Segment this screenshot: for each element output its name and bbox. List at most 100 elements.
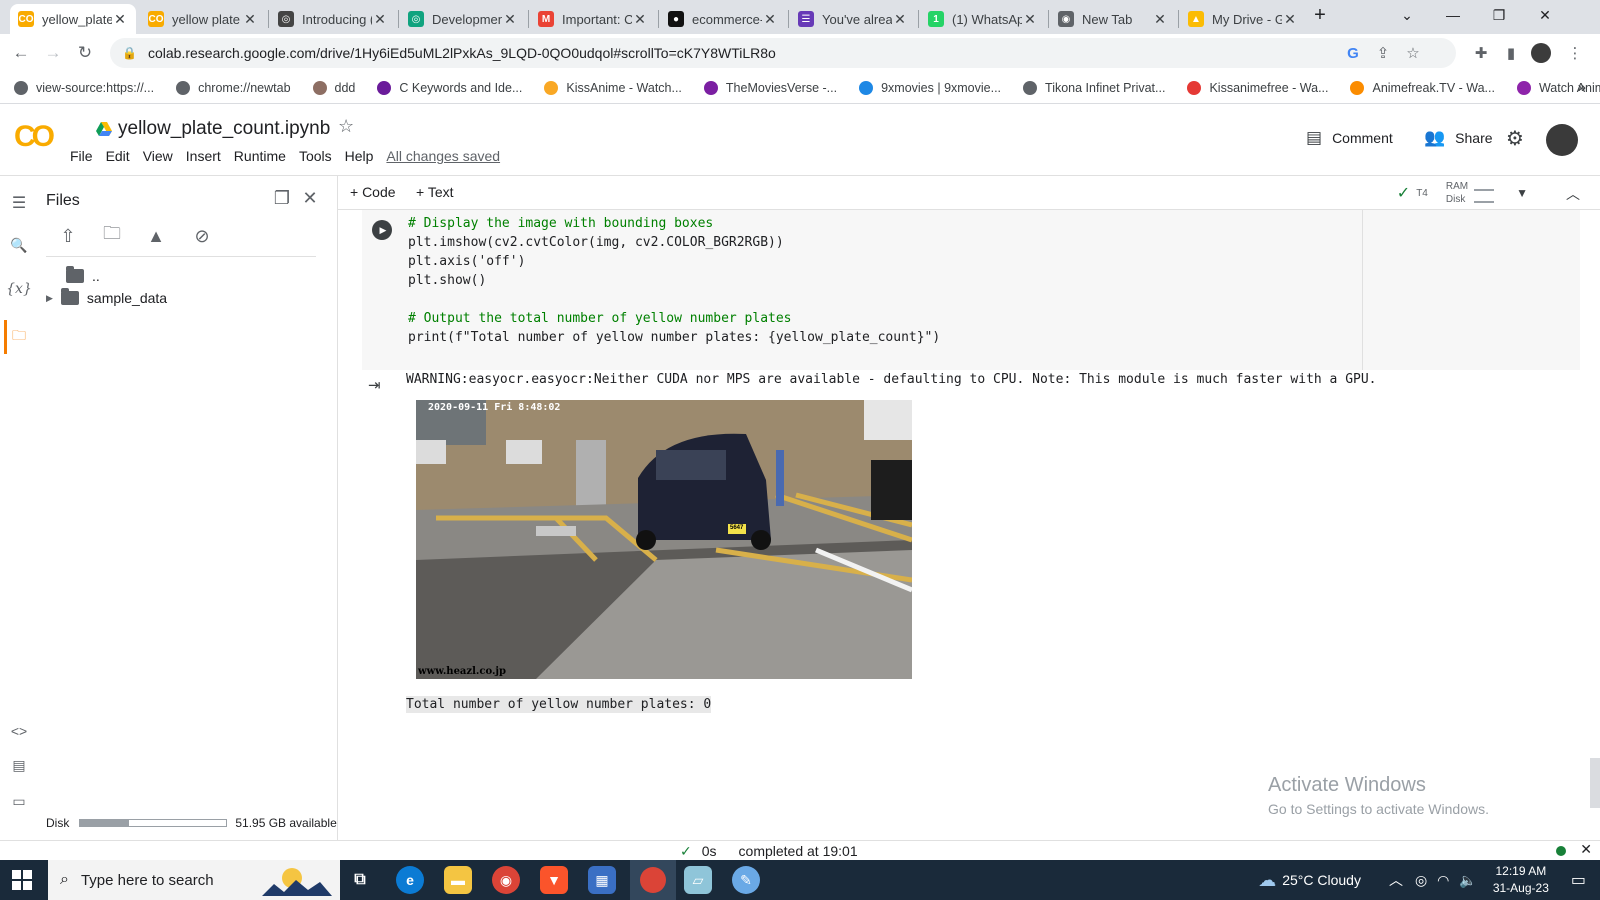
store-icon[interactable]: ▦ [588, 866, 616, 894]
bookmark-9[interactable]: Kissanimefree - Wa... [1187, 80, 1328, 95]
google-lens-icon[interactable]: G [1342, 38, 1364, 68]
close-tab-icon[interactable]: ✕ [892, 11, 908, 28]
menu-view[interactable]: View [143, 148, 173, 164]
menu-help[interactable]: Help [345, 148, 374, 164]
chrome-active-icon[interactable] [630, 860, 676, 900]
notebook-title[interactable]: yellow_plate_count.ipynb [96, 118, 330, 140]
star-notebook-icon[interactable]: ☆ [338, 116, 354, 137]
bookmark-4[interactable]: C Keywords and Ide... [377, 80, 522, 95]
open-in-tab-icon[interactable]: ❐ [270, 186, 294, 210]
runtime-resources[interactable]: ✓ T4 RAM Disk ▼ [1397, 180, 1528, 206]
command-palette-icon[interactable]: ▤ [8, 754, 30, 776]
more-bookmarks-icon[interactable]: » [1578, 79, 1586, 96]
close-tab-icon[interactable]: ✕ [372, 11, 388, 28]
close-window-button[interactable]: ✕ [1522, 0, 1568, 30]
chrome-icon[interactable]: ◉ [492, 866, 520, 894]
folder-icon[interactable]: 🗀 [8, 326, 30, 348]
close-tab-icon[interactable]: ✕ [762, 11, 778, 28]
bookmark-10[interactable]: Animefreak.TV - Wa... [1350, 80, 1495, 95]
code-cell[interactable]: ▶ # Display the image with bounding boxe… [362, 210, 1580, 370]
notepad-icon[interactable]: ▱ [684, 866, 712, 894]
windows-start-icon[interactable] [12, 870, 32, 890]
paint-icon[interactable]: ✎ [732, 866, 760, 894]
browser-tab-8[interactable]: 1 (1) WhatsAp ✕ [920, 4, 1046, 34]
minimize-button[interactable]: — [1430, 0, 1476, 30]
save-status-link[interactable]: All changes saved [386, 148, 500, 164]
menu-runtime[interactable]: Runtime [234, 148, 286, 164]
browser-tab-1[interactable]: CO yellow_plate_✕ [10, 4, 136, 34]
bookmark-7[interactable]: 9xmovies | 9xmovie... [859, 80, 1001, 95]
output-actions-icon[interactable]: ⇥ [368, 376, 381, 394]
wifi-icon[interactable]: ◠ [1437, 872, 1449, 889]
browser-tab-6[interactable]: ● ecommerce- ✕ [660, 4, 786, 34]
add-code-button[interactable]: + Code [350, 184, 396, 200]
side-panel-icon[interactable]: ▮ [1500, 38, 1522, 68]
meet-now-icon[interactable]: ◎ [1415, 872, 1427, 889]
menu-file[interactable]: File [70, 148, 93, 164]
reload-button[interactable]: ↻ [72, 40, 98, 66]
close-tab-icon[interactable]: ✕ [1152, 11, 1168, 28]
close-tab-icon[interactable]: ✕ [1282, 11, 1298, 28]
run-cell-button[interactable]: ▶ [372, 220, 392, 240]
close-pane-icon[interactable]: ✕ [298, 186, 322, 210]
bookmark-star-icon[interactable]: ☆ [1402, 38, 1424, 68]
forward-button[interactable]: → [40, 40, 66, 66]
close-tab-icon[interactable]: ✕ [502, 11, 518, 28]
variables-icon[interactable]: {x} [6, 278, 32, 300]
bookmark-5[interactable]: KissAnime - Watch... [544, 80, 682, 95]
share-button[interactable]: 👥 Share [1424, 128, 1493, 148]
upload-file-icon[interactable]: ⇧ [56, 224, 80, 248]
edge-icon[interactable]: e [396, 866, 424, 894]
parent-folder-row[interactable]: .. [66, 266, 100, 284]
weather-text[interactable]: 25°C Cloudy [1282, 872, 1361, 888]
menu-tools[interactable]: Tools [299, 148, 332, 164]
back-button[interactable]: ← [8, 40, 34, 66]
menu-edit[interactable]: Edit [106, 148, 130, 164]
file-explorer-icon[interactable]: ▬ [444, 866, 472, 894]
browser-tab-10[interactable]: ▲ My Drive - G ✕ [1180, 4, 1306, 34]
task-view-icon[interactable]: ⧉ [346, 866, 374, 894]
bookmark-3[interactable]: ddd [312, 80, 355, 95]
colab-logo[interactable]: CO [14, 120, 55, 154]
browser-tab-3[interactable]: ◎ Introducing (✕ [270, 4, 396, 34]
clock[interactable]: 12:19 AM 31-Aug-23 [1493, 863, 1549, 897]
close-tab-icon[interactable]: ✕ [112, 11, 128, 28]
taskbar-search-box[interactable]: ⌕ Type here to search [48, 860, 340, 900]
mount-drive-icon[interactable]: ▲ [144, 224, 168, 248]
hide-files-icon[interactable]: ⊘ [190, 224, 214, 248]
close-tab-icon[interactable]: ✕ [242, 11, 258, 28]
close-tab-icon[interactable]: ✕ [1022, 11, 1038, 28]
volume-icon[interactable]: 🔈 [1459, 872, 1476, 889]
browser-tab-2[interactable]: CO yellow plate ✕ [140, 4, 266, 34]
new-tab-button[interactable]: + [1300, 0, 1340, 30]
bookmark-1[interactable]: view-source:https://... [14, 80, 154, 95]
collapse-header-icon[interactable]: ︿ [1566, 184, 1580, 204]
notifications-icon[interactable]: ▭ [1571, 870, 1586, 890]
close-tab-icon[interactable]: ✕ [632, 11, 648, 28]
browser-menu-icon[interactable]: ⋮ [1564, 38, 1586, 68]
new-folder-icon[interactable]: 🗀 [100, 223, 124, 248]
tab-search-icon[interactable]: ⌄ [1384, 0, 1430, 30]
terminal-icon[interactable]: ▭ [8, 790, 30, 812]
expand-arrow-icon[interactable]: ▶ [46, 293, 53, 304]
menu-insert[interactable]: Insert [186, 148, 221, 164]
bookmark-6[interactable]: TheMoviesVerse -... [703, 80, 837, 95]
account-avatar[interactable] [1546, 124, 1578, 156]
browser-tab-7[interactable]: ☰ You've alreac ✕ [790, 4, 916, 34]
sample-data-row[interactable]: ▶ sample_data [46, 288, 167, 306]
comment-button[interactable]: ▤ Comment [1306, 128, 1393, 148]
settings-gear-icon[interactable]: ⚙ [1506, 126, 1524, 151]
address-bar[interactable]: 🔒 colab.research.google.com/drive/1Hy6iE… [110, 38, 1456, 68]
close-status-icon[interactable]: ✕ [1580, 841, 1592, 858]
share-page-icon[interactable]: ⇪ [1372, 38, 1394, 68]
show-hidden-icons[interactable]: ︿ [1389, 870, 1403, 890]
scrollbar-thumb[interactable] [1590, 758, 1600, 808]
browser-tab-9[interactable]: ◉ New Tab ✕ [1050, 4, 1176, 34]
bookmark-8[interactable]: Tikona Infinet Privat... [1023, 80, 1165, 95]
restore-button[interactable]: ❐ [1476, 0, 1522, 30]
code-editor[interactable]: # Display the image with bounding boxes p… [408, 214, 940, 347]
table-of-contents-icon[interactable]: ☰ [8, 192, 30, 214]
add-text-button[interactable]: + Text [416, 184, 454, 200]
search-icon[interactable]: 🔍 [8, 234, 30, 256]
resources-dropdown-icon[interactable]: ▼ [1516, 186, 1528, 200]
